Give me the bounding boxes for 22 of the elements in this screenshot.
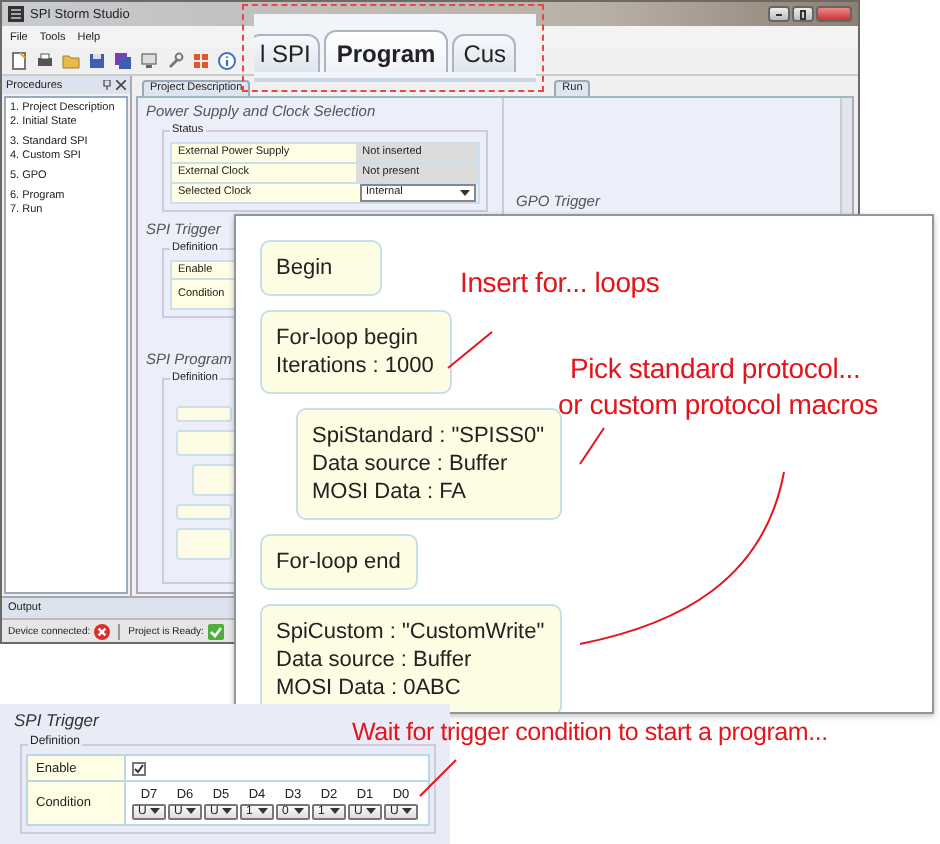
annotation: Insert for... loops <box>460 264 660 300</box>
program-step[interactable]: For-loop end <box>260 534 419 590</box>
section-title: SPI Trigger <box>14 710 99 730</box>
step-text: Data source : Buffer <box>312 450 510 478</box>
step-text: MOSI Data : FA <box>312 478 469 506</box>
annotation: or custom protocol macros <box>558 386 878 422</box>
program-step[interactable]: For-loop begin Iterations : 1000 <box>260 310 452 394</box>
step-text: MOSI Data : 0ABC <box>276 674 463 702</box>
tab[interactable]: l SPI <box>254 34 321 72</box>
tab[interactable]: Program <box>324 30 448 72</box>
tab[interactable]: Cus <box>451 34 517 72</box>
step-text: Begin <box>276 254 335 282</box>
annotation: Pick standard protocol... <box>570 350 863 386</box>
annotation: Wait for trigger condition to start a program... <box>352 716 828 750</box>
step-text: For-loop begin <box>276 324 420 352</box>
step-text: For-loop end <box>276 548 401 576</box>
step-text: SpiCustom : "CustomWrite" <box>276 618 545 646</box>
program-step[interactable]: Begin <box>260 240 382 296</box>
program-step[interactable]: SpiCustom : "CustomWrite" Data source : Buffer MOSI Data : 0ABC <box>260 604 563 712</box>
step-text: Data source : Buffer <box>276 646 474 674</box>
step-text: Iterations : 1000 <box>276 352 434 380</box>
step-text: SpiStandard : "SPISS0" <box>312 422 545 450</box>
